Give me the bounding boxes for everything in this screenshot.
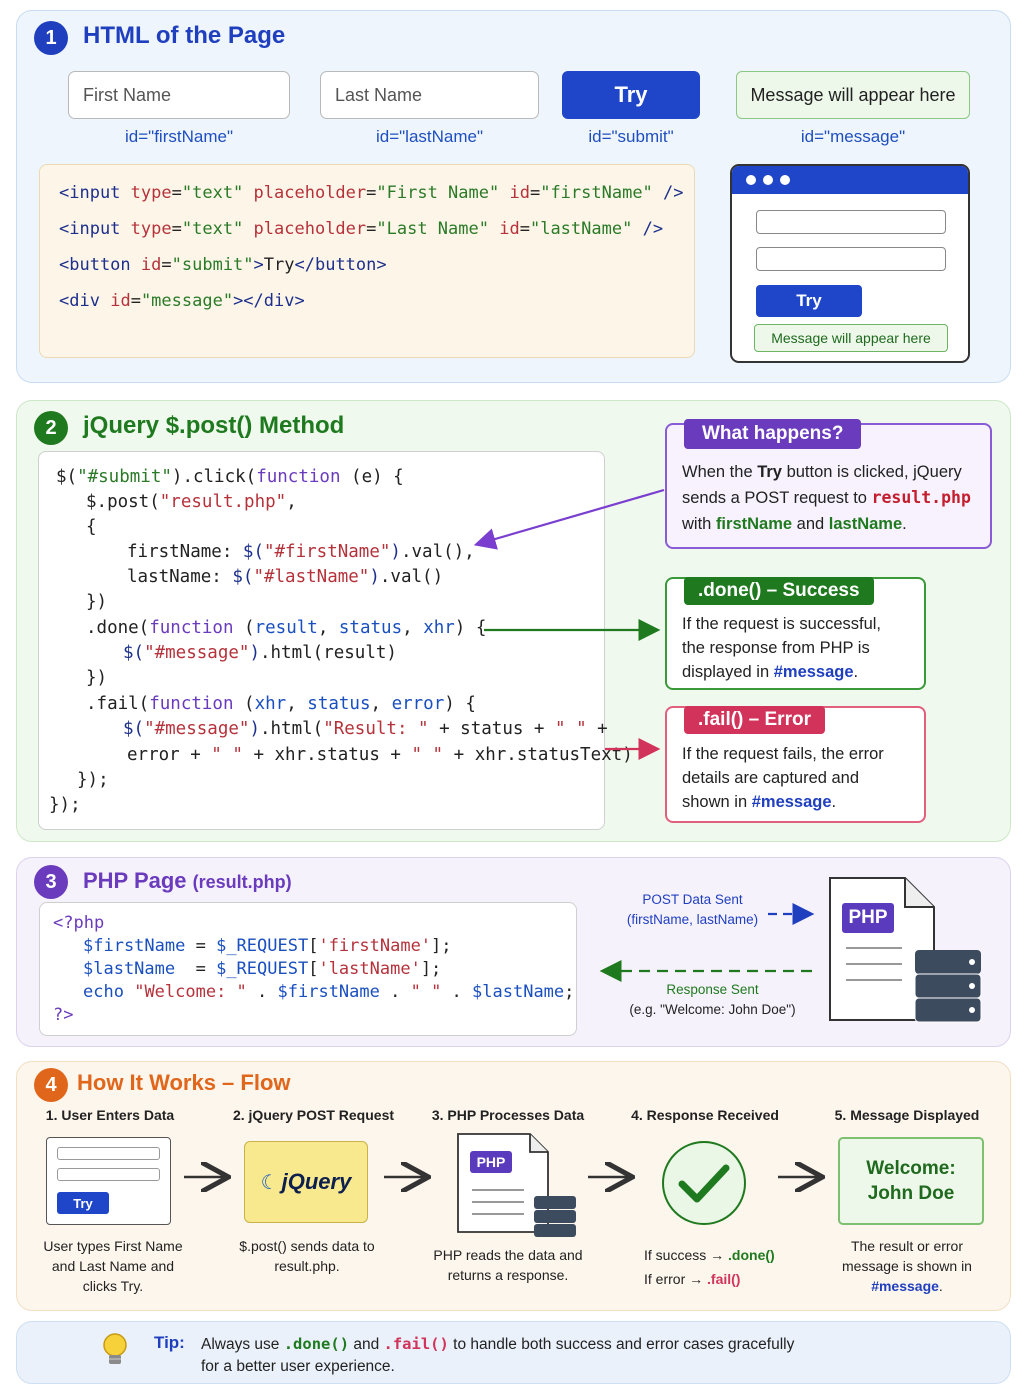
php-badge: PHP [842,903,894,933]
mini-input [57,1147,160,1160]
step-2-desc: $.post() sends data to result.php. [239,1238,375,1274]
step-3-desc: PHP reads the data and returns a respons… [433,1247,583,1283]
done-title: .done() – Success [684,577,874,605]
tip-label: Tip: [154,1333,185,1352]
server-icon [914,950,982,1023]
fail-title: .fail() – Error [684,706,825,734]
flow-arrows [184,1160,1024,1200]
step-1-title: 1. User Enters Data [45,1107,175,1123]
done-text: If the request is successful, the respons… [682,615,882,681]
step-2-title: 2. jQuery POST Request [232,1107,395,1123]
step-4-desc: If success → .done() If error → .fail() [644,1247,775,1287]
step-4-title: 4. Response Received [631,1107,779,1123]
step-3-title: 3. PHP Processes Data [431,1107,585,1123]
what-happens-title: What happens? [684,419,862,449]
lightbulb-icon [103,1333,127,1364]
tip-text: Always use .done() and .fail() to handle… [201,1335,795,1375]
section-4-title: How It Works – Flow [77,1070,291,1095]
step-5-title: 5. Message Displayed [834,1107,980,1123]
step-1-desc: User types First Name and Last Name and … [43,1238,183,1294]
step-5-desc: The result or error message is shown in #… [842,1238,972,1294]
php-flow-arrows [599,877,982,1023]
fail-text: If the request fails, the error details a… [682,745,884,811]
section-4-number: 4 [34,1068,68,1102]
what-happens-text: When the Try button is clicked, jQuery s… [682,463,971,533]
